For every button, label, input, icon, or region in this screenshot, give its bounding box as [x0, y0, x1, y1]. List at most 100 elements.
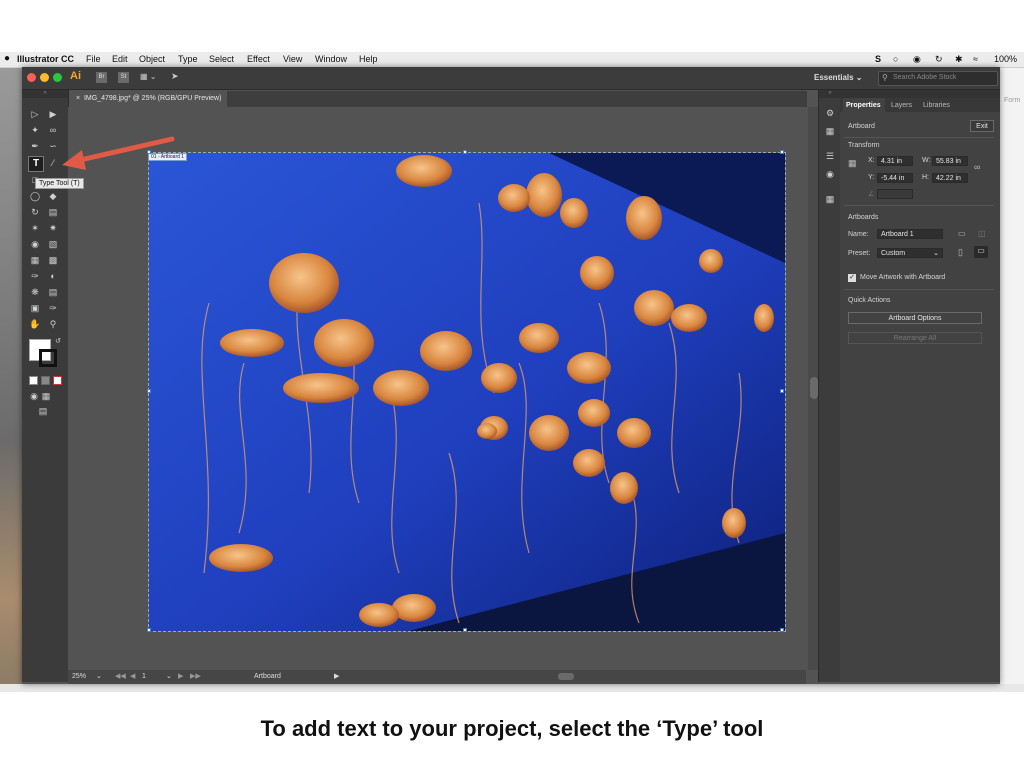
time-machine-icon[interactable]: ↻	[935, 54, 943, 65]
rotate-angle-icon[interactable]: ∠	[868, 190, 874, 198]
menu-file[interactable]: File	[86, 54, 101, 64]
bluetooth-icon[interactable]: ✱	[955, 54, 963, 65]
zoom-window-button[interactable]	[53, 73, 62, 82]
hand-tool-icon[interactable]: ✋	[29, 318, 41, 330]
menu-view[interactable]: View	[283, 54, 302, 64]
minimize-window-button[interactable]	[40, 73, 49, 82]
status-mode[interactable]: Artboard	[254, 673, 281, 680]
gradient-mode-button[interactable]	[41, 376, 50, 385]
exit-artboard-button[interactable]: Exit	[970, 120, 994, 132]
transform-panel-icon[interactable]: ▦	[824, 193, 836, 205]
draw-mode-icon[interactable]: ◉	[28, 390, 40, 402]
first-artboard-icon[interactable]: ◀◀	[115, 672, 126, 680]
width-tool-icon[interactable]: ✶	[29, 222, 41, 234]
lasso-tool-icon[interactable]: ∞	[47, 124, 59, 136]
tab-layers[interactable]: Layers	[891, 102, 912, 109]
document-tab[interactable]: × IMG_4798.jpg* @ 25% (RGB/GPU Preview)	[70, 91, 228, 107]
symbol-sprayer-tool-icon[interactable]: ❋	[29, 286, 41, 298]
screen-mode-icon[interactable]: ▤	[37, 405, 49, 417]
color-mode-button[interactable]	[29, 376, 38, 385]
wifi-icon[interactable]: ≈	[973, 54, 978, 64]
artboard-name-label[interactable]: 01 - Artboard 1	[148, 153, 188, 161]
column-graph-tool-icon[interactable]: ▤	[47, 286, 59, 298]
artboard-handle[interactable]	[147, 389, 151, 393]
zoom-level[interactable]: 25%	[72, 673, 86, 680]
bridge-button[interactable]: Br	[96, 72, 107, 83]
artboard-handle[interactable]	[780, 150, 784, 154]
zoom-dropdown-icon[interactable]: ⌄	[96, 672, 102, 680]
menu-effect[interactable]: Effect	[247, 54, 270, 64]
artboard-tool-icon[interactable]: ▣	[29, 302, 41, 314]
reference-point-icon[interactable]: ▦	[848, 158, 857, 169]
menu-edit[interactable]: Edit	[112, 54, 128, 64]
previous-artboard-icon[interactable]: ◀	[130, 672, 135, 680]
slice-tool-icon[interactable]: ✑	[47, 302, 59, 314]
menu-type[interactable]: Type	[178, 54, 198, 64]
shape-builder-tool-icon[interactable]: ◉	[29, 238, 41, 250]
creative-cloud-icon[interactable]: ○	[893, 54, 898, 64]
mesh-tool-icon[interactable]: ▦	[29, 254, 41, 266]
move-artwork-checkbox[interactable]: ✓	[848, 274, 856, 282]
next-artboard-icon[interactable]: ▶	[178, 672, 183, 680]
eraser-tool-icon[interactable]: ◆	[47, 190, 59, 202]
curvature-tool-icon[interactable]: ∽	[47, 140, 59, 152]
rearrange-all-button[interactable]: Rearrange All	[848, 332, 982, 344]
eyedropper-tool-icon[interactable]: ✑	[29, 270, 41, 282]
none-mode-button[interactable]	[53, 376, 62, 385]
draw-behind-icon[interactable]: ▦	[40, 390, 52, 402]
toolbar-collapse-handle[interactable]: »	[22, 90, 68, 98]
perspective-grid-tool-icon[interactable]: ▧	[47, 238, 59, 250]
artboard-handle[interactable]	[463, 150, 467, 154]
menu-app-name[interactable]: Illustrator CC	[17, 54, 74, 64]
libraries-panel-icon[interactable]: ▦	[824, 125, 836, 137]
portrait-orientation-icon[interactable]: ▯	[958, 247, 963, 258]
w-field[interactable]: 55.83 in	[932, 156, 968, 166]
apple-menu-icon[interactable]: ●	[4, 53, 10, 64]
preset-dropdown[interactable]: Custom ⌄	[877, 248, 943, 258]
type-tool-icon[interactable]: T	[28, 156, 44, 172]
artboard-handle[interactable]	[780, 628, 784, 632]
align-panel-icon[interactable]: ☰	[824, 150, 836, 162]
selection-tool-icon[interactable]: ▷	[29, 108, 41, 120]
x-field[interactable]: 4.31 in	[877, 156, 913, 166]
scale-tool-icon[interactable]: ▤	[47, 206, 59, 218]
pen-tool-icon[interactable]: ✒	[29, 140, 41, 152]
artboard-name-field[interactable]: Artboard 1	[877, 229, 943, 239]
dropbox-status-icon[interactable]: S	[875, 54, 881, 64]
last-artboard-icon[interactable]: ▶▶	[190, 672, 201, 680]
artboard-number[interactable]: 1	[142, 673, 146, 680]
appearance-panel-icon[interactable]: ◉	[824, 168, 836, 180]
properties-panel-icon[interactable]: ⚙	[824, 107, 836, 119]
artboard-handle[interactable]	[147, 628, 151, 632]
landscape-orientation-icon[interactable]: ▭	[974, 246, 988, 258]
swap-fill-stroke-icon[interactable]: ↺	[52, 336, 64, 348]
y-field[interactable]: -5.44 in	[877, 173, 913, 183]
gpu-performance-icon[interactable]: ➤	[171, 71, 179, 82]
constrain-proportions-icon[interactable]: ∞	[974, 162, 980, 172]
blend-tool-icon[interactable]: ◐	[47, 270, 59, 282]
menu-window[interactable]: Window	[315, 54, 347, 64]
arrange-documents-icon[interactable]: ▦ ⌄	[140, 72, 156, 81]
vertical-scrollbar-thumb[interactable]	[810, 377, 818, 399]
shaper-tool-icon[interactable]: ◯	[29, 190, 41, 202]
menu-object[interactable]: Object	[139, 54, 165, 64]
stroke-color-swatch[interactable]	[39, 349, 57, 367]
user-status-icon[interactable]: ◉	[913, 54, 921, 65]
delete-artboard-icon[interactable]: ◫	[978, 229, 986, 238]
artboard-image[interactable]	[148, 152, 786, 632]
artboard-handle[interactable]	[147, 150, 151, 154]
artboard-dropdown-icon[interactable]: ⌄	[166, 672, 172, 680]
menu-help[interactable]: Help	[359, 54, 378, 64]
status-menu-icon[interactable]: ▶	[334, 672, 339, 680]
panel-strip-handle[interactable]: «	[819, 90, 841, 98]
direct-selection-tool-icon[interactable]: ▶	[47, 108, 59, 120]
artboard-options-button[interactable]: Artboard Options	[848, 312, 982, 324]
puppet-warp-tool-icon[interactable]: ✷	[47, 222, 59, 234]
zoom-tool-icon[interactable]: ⚲	[47, 318, 59, 330]
close-window-button[interactable]	[27, 73, 36, 82]
rotate-tool-icon[interactable]: ↻	[29, 206, 41, 218]
magic-wand-tool-icon[interactable]: ✦	[29, 124, 41, 136]
artboard-handle[interactable]	[780, 389, 784, 393]
workspace-switcher[interactable]: Essentials ⌄	[814, 73, 863, 82]
tab-properties[interactable]: Properties	[846, 102, 881, 109]
